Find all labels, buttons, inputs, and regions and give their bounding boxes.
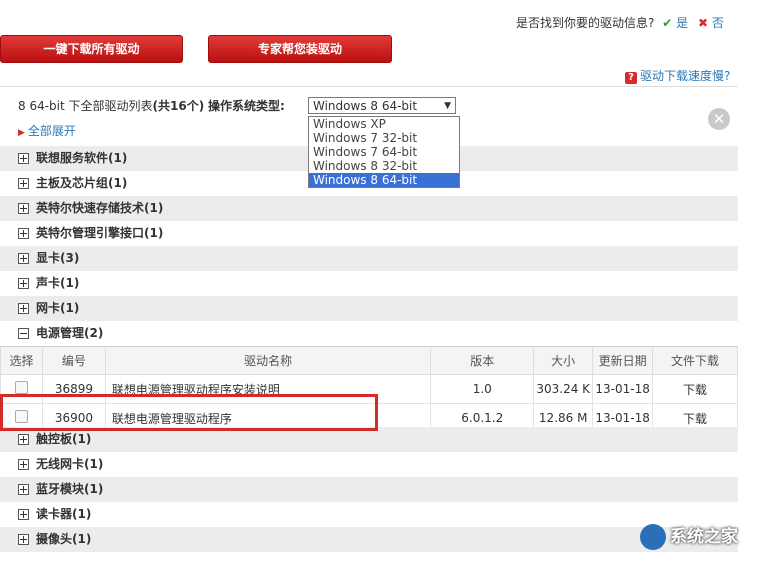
category-label: 英特尔快速存储技术(1) (36, 201, 164, 215)
os-option-selected[interactable]: Windows 8 64-bit (309, 173, 459, 187)
column-header: 文件下载 (652, 346, 738, 375)
os-option[interactable]: Windows XP (309, 117, 459, 131)
category-row[interactable]: 读卡器(1) (0, 502, 738, 527)
column-header: 版本 (430, 346, 535, 375)
category-row[interactable]: 显卡(3) (0, 246, 738, 271)
driver-table: 选择 编号 驱动名称 版本 大小 更新日期 文件下载 36899 联想电源管理驱… (0, 346, 738, 433)
watermark-text: 系统之家 (670, 527, 738, 547)
list-count: (共16个) (152, 99, 205, 113)
download-all-button[interactable]: 一键下载所有驱动 (0, 35, 183, 63)
category-label: 蓝牙模块(1) (36, 482, 104, 496)
category-label: 读卡器(1) (36, 507, 92, 521)
driver-size: 303.24 K (533, 374, 594, 404)
category-label: 主板及芯片组(1) (36, 176, 128, 190)
os-dropdown-list: Windows XP Windows 7 32-bit Windows 7 64… (308, 116, 460, 188)
feedback-bar: 是否找到你要的驱动信息? ✔ 是 ✖ 否 (516, 14, 724, 31)
plus-icon (18, 253, 29, 264)
category-row[interactable]: 网卡(1) (0, 296, 738, 321)
feedback-no-link[interactable]: 否 (712, 16, 724, 30)
column-header: 选择 (0, 346, 43, 375)
select-checkbox[interactable] (14, 381, 28, 394)
category-label: 英特尔管理引擎接口(1) (36, 226, 164, 240)
expand-all-link[interactable]: ▶ 全部展开 (18, 122, 76, 139)
category-label: 显卡(3) (36, 251, 80, 265)
plus-icon (18, 228, 29, 239)
column-header: 编号 (41, 346, 106, 375)
list-title: 8 64-bit 下全部驱动列表(共16个) 操作系统类型: (18, 97, 285, 114)
category-row[interactable]: 无线网卡(1) (0, 452, 738, 477)
category-row[interactable]: 英特尔管理引擎接口(1) (0, 221, 738, 246)
triangle-right-icon: ▶ (18, 128, 25, 138)
os-option[interactable]: Windows 8 32-bit (309, 159, 459, 173)
category-label: 网卡(1) (36, 301, 80, 315)
os-select[interactable]: Windows 8 64-bit ▼ (308, 97, 456, 114)
plus-icon (18, 484, 29, 495)
question-icon: ? (625, 72, 637, 84)
close-icon[interactable]: ✕ (708, 108, 730, 130)
check-icon: ✔ (662, 16, 673, 30)
category-label: 电源管理(2) (36, 326, 104, 340)
plus-icon (18, 203, 29, 214)
column-header: 大小 (533, 346, 594, 375)
category-row[interactable]: 声卡(1) (0, 271, 738, 296)
category-row[interactable]: 蓝牙模块(1) (0, 477, 738, 502)
plus-icon (18, 459, 29, 470)
plus-icon (18, 278, 29, 289)
plus-icon (18, 153, 29, 164)
plus-icon (18, 178, 29, 189)
os-option[interactable]: Windows 7 32-bit (309, 131, 459, 145)
table-row: 36899 联想电源管理驱动程序安装说明 1.0 303.24 K 13-01-… (0, 374, 738, 404)
driver-id: 36899 (41, 374, 106, 404)
column-header: 更新日期 (592, 346, 654, 375)
expand-all-label: 全部展开 (27, 124, 76, 138)
category-row[interactable]: 触控板(1) (0, 427, 738, 452)
cross-icon: ✖ (697, 16, 708, 30)
category-label: 联想服务软件(1) (36, 151, 128, 165)
list-title-prefix: 8 64-bit 下全部驱动列表 (18, 99, 153, 113)
category-row[interactable]: 摄像头(1) (0, 527, 738, 552)
speed-help-link[interactable]: ? 驱动下载速度慢? (625, 67, 730, 84)
select-checkbox[interactable] (14, 410, 28, 423)
plus-icon (18, 434, 29, 445)
plus-icon (18, 509, 29, 520)
plus-icon (18, 303, 29, 314)
watermark-logo-icon (640, 524, 666, 550)
driver-name-link[interactable]: 联想电源管理驱动程序安装说明 (104, 374, 432, 404)
os-select-value: Windows 8 64-bit (313, 99, 418, 113)
dropdown-arrow-icon: ▼ (444, 101, 451, 111)
category-row[interactable]: 英特尔快速存储技术(1) (0, 196, 738, 221)
driver-version: 1.0 (430, 374, 535, 404)
feedback-question: 是否找到你要的驱动信息? (516, 16, 655, 30)
download-link[interactable]: 下载 (652, 374, 738, 404)
plus-icon (18, 534, 29, 545)
category-label: 声卡(1) (36, 276, 80, 290)
category-label: 摄像头(1) (36, 532, 92, 546)
category-label: 触控板(1) (36, 432, 92, 446)
divider (0, 86, 738, 87)
watermark: 系统之家 (640, 520, 775, 554)
os-label: 操作系统类型: (208, 99, 285, 113)
os-option[interactable]: Windows 7 64-bit (309, 145, 459, 159)
minus-icon (18, 328, 29, 339)
driver-date: 13-01-18 (592, 374, 654, 404)
category-label: 无线网卡(1) (36, 457, 104, 471)
feedback-yes-link[interactable]: 是 (676, 16, 688, 30)
expert-install-button[interactable]: 专家帮您装驱动 (208, 35, 392, 63)
speed-link-label: 驱动下载速度慢? (640, 69, 731, 83)
column-header: 驱动名称 (104, 346, 432, 375)
table-header-row: 选择 编号 驱动名称 版本 大小 更新日期 文件下载 (0, 346, 738, 375)
category-row-expanded[interactable]: 电源管理(2) (0, 321, 738, 346)
